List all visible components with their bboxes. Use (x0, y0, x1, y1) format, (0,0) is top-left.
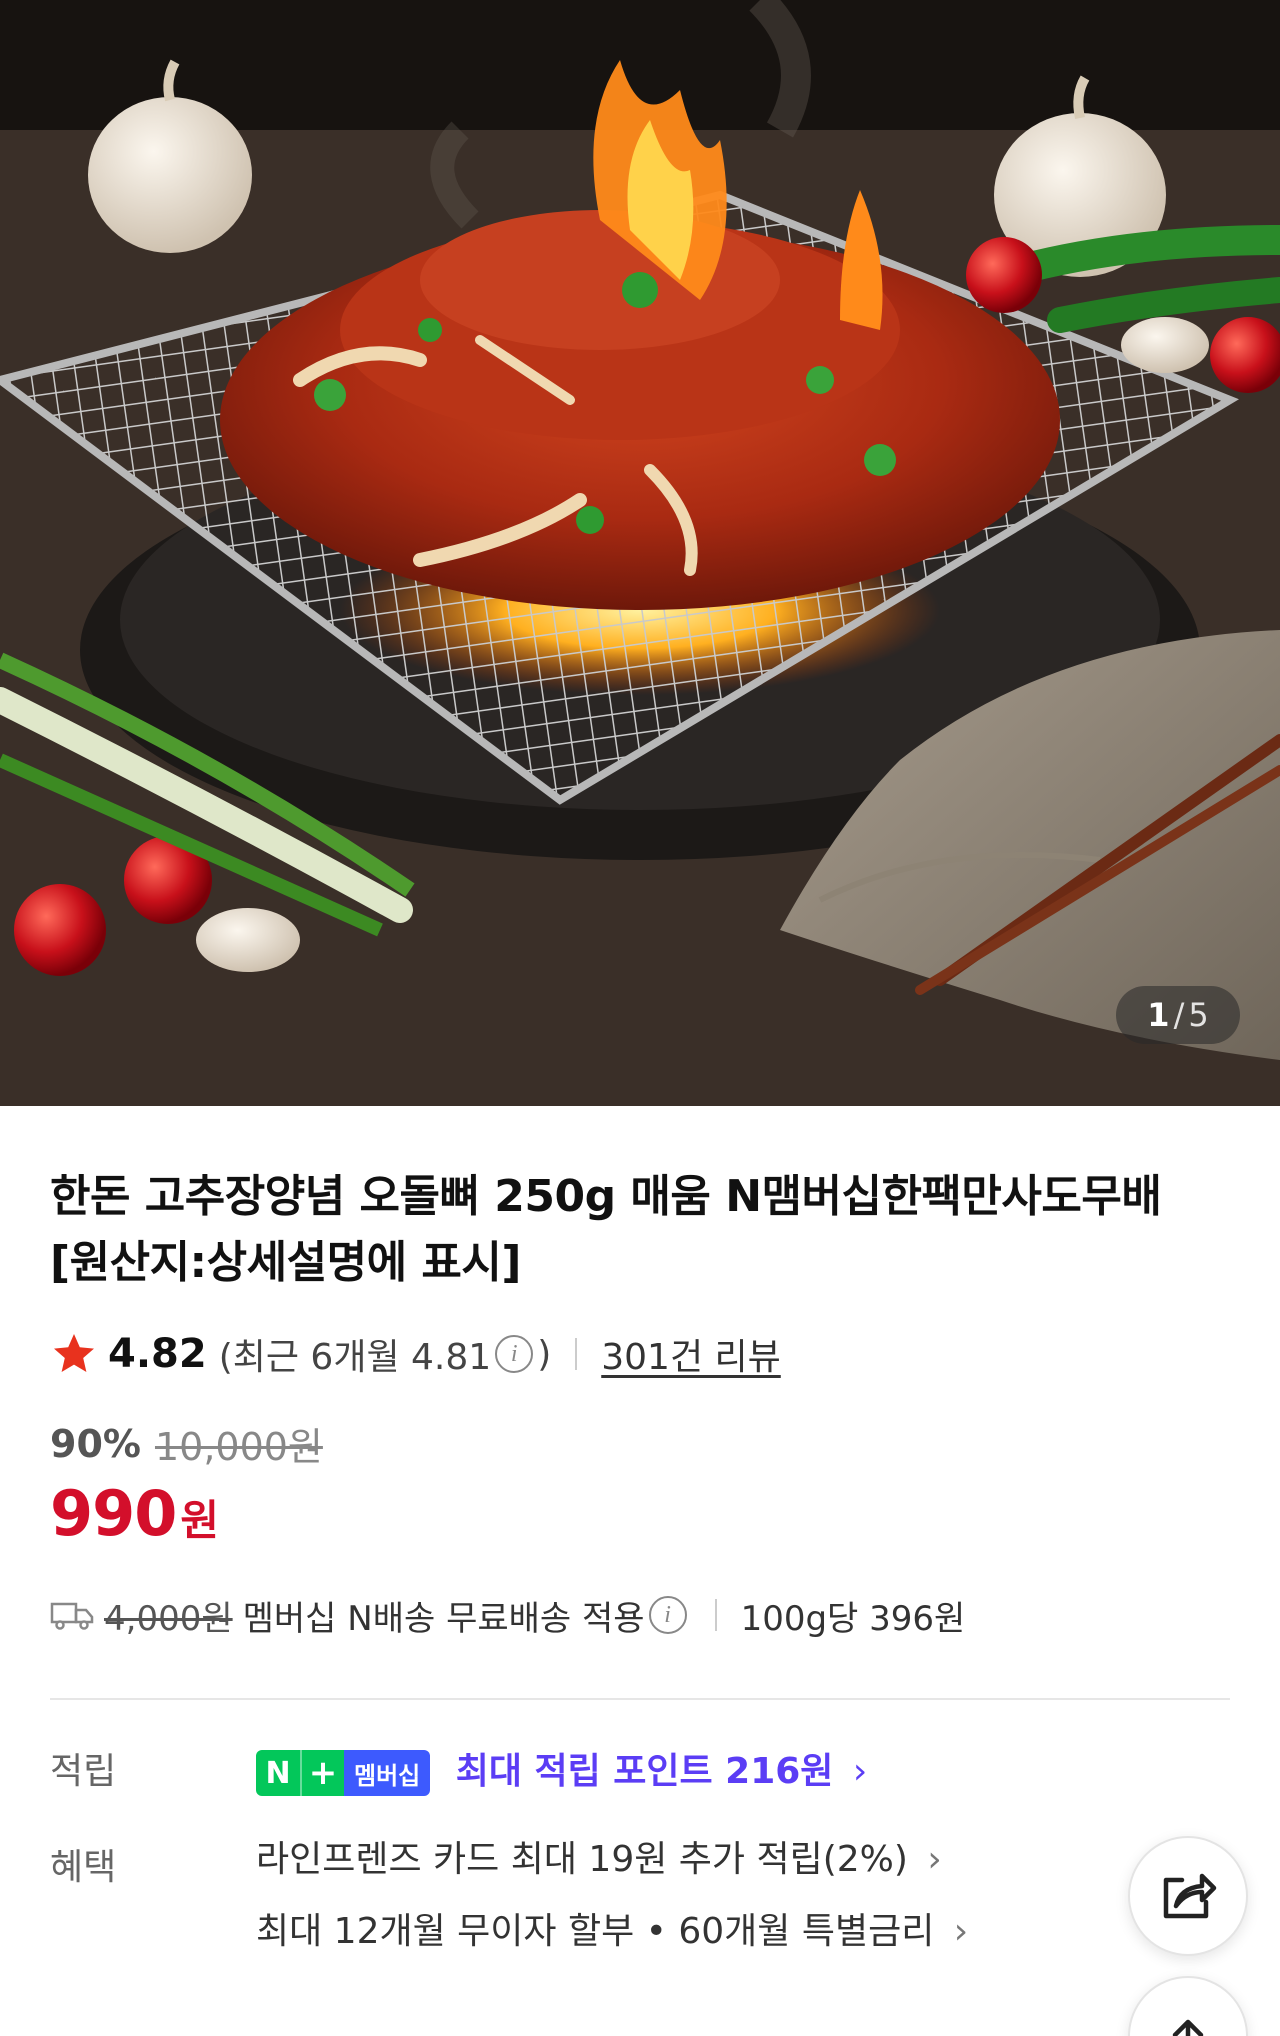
info-icon[interactable]: i (648, 1596, 687, 1634)
perks-row: 혜택 라인프렌즈 카드 최대 19원 추가 적립(2%) › 최대 12개월 무… (50, 1838, 1230, 1968)
installment-perk[interactable]: 최대 12개월 무이자 할부 • 60개월 특별금리 › (256, 1896, 968, 1968)
arrow-up-icon (1172, 2019, 1204, 2036)
truck-icon (50, 1602, 94, 1630)
scroll-top-button[interactable] (1128, 1976, 1248, 2036)
product-photo (0, 0, 1280, 1106)
max-points-text[interactable]: 최대 적립 포인트 216원 (456, 1751, 834, 1792)
pager-total: 5 (1188, 996, 1209, 1034)
pager-separator: / (1173, 996, 1185, 1034)
original-price: 10,000원 (154, 1425, 323, 1469)
discount-row: 90% 10,000원 (50, 1416, 1230, 1471)
points-label: 적립 (50, 1751, 117, 1792)
pager-current: 1 (1147, 996, 1170, 1034)
installment-perk-text: 최대 12개월 무이자 할부 • 60개월 특별금리 (256, 1911, 935, 1952)
share-icon (1163, 1873, 1217, 1919)
chevron-right-icon: › (852, 1751, 868, 1792)
sale-price: 990 원 (50, 1477, 1230, 1550)
card-perk-text: 라인프렌즈 카드 최대 19원 추가 적립(2%) (256, 1839, 908, 1880)
unit-price: 100g당 396원 (740, 1598, 966, 1639)
divider (714, 1599, 717, 1631)
discount-rate: 90% (50, 1421, 141, 1466)
review-count-link[interactable]: 301건 리뷰 (601, 1328, 781, 1380)
naver-n-logo: N (256, 1750, 300, 1796)
plus-icon: + (300, 1750, 344, 1796)
rating-row: 4.82 (최근 6개월 4.81 i ) 301건 리뷰 (50, 1326, 1230, 1382)
chevron-right-icon: › (953, 1911, 969, 1952)
star-icon (54, 1334, 94, 1372)
product-image-carousel[interactable]: 1 / 5 (0, 0, 1280, 1106)
image-pager: 1 / 5 (1116, 986, 1240, 1044)
rating-score: 4.82 (108, 1331, 207, 1377)
original-shipping-fee: 4,000원 (104, 1598, 233, 1639)
product-title: 한돈 고추장양념 오돌뼈 250g 매움 N맴버십한팩만사도무배 [원산지:상세… (50, 1164, 1230, 1296)
shipping-description: 멤버십 N배송 무료배송 적용 (242, 1598, 645, 1639)
recent-rating: (최근 6개월 4.81 (218, 1337, 492, 1378)
membership-label: 멤버십 (344, 1750, 431, 1796)
product-title-line1: 한돈 고추장양념 오돌뼈 250g 매움 N맴버십한팩만사도무배 (50, 1171, 1162, 1222)
chevron-right-icon: › (927, 1839, 942, 1880)
card-perk[interactable]: 라인프렌즈 카드 최대 19원 추가 적립(2%) › (256, 1824, 968, 1896)
section-divider (50, 1698, 1230, 1700)
share-button[interactable] (1128, 1836, 1248, 1956)
perks-label: 혜택 (50, 1847, 117, 1888)
product-title-line2: [원산지:상세설명에 표시] (50, 1237, 521, 1288)
info-icon[interactable]: i (495, 1335, 534, 1373)
sale-price-value: 990 (50, 1477, 177, 1550)
divider (575, 1338, 578, 1370)
sale-price-currency: 원 (180, 1496, 220, 1545)
recent-rating-close: ) (537, 1333, 552, 1375)
shipping-row: 4,000원 멤버십 N배송 무료배송 적용 i 100g당 396원 (50, 1590, 1230, 1640)
product-info: 한돈 고추장양념 오돌뼈 250g 매움 N맴버십한팩만사도무배 [원산지:상세… (50, 1106, 1230, 1968)
points-row[interactable]: 적립 N + 멤버십 최대 적립 포인트 216원 › (50, 1742, 1230, 1796)
naver-plus-membership-badge: N + 멤버십 (256, 1750, 431, 1796)
